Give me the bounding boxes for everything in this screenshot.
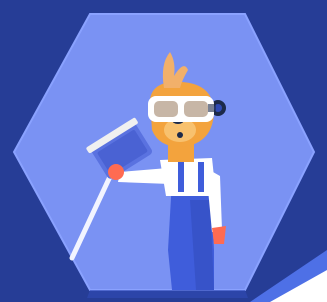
- meerkat-illustration-svg: [0, 0, 327, 302]
- right-hand: [212, 226, 226, 244]
- goggle-lens-left: [154, 101, 178, 117]
- goggle-strap: [208, 104, 216, 112]
- goggles: [148, 96, 216, 122]
- overall-strap-right: [198, 162, 204, 192]
- mouth: [177, 132, 183, 138]
- overall-strap-left: [178, 162, 184, 192]
- hand: [108, 164, 124, 180]
- hexagon-bottom-shadow: [87, 290, 248, 298]
- goggle-lens-right: [184, 101, 208, 117]
- illustration: [0, 0, 327, 302]
